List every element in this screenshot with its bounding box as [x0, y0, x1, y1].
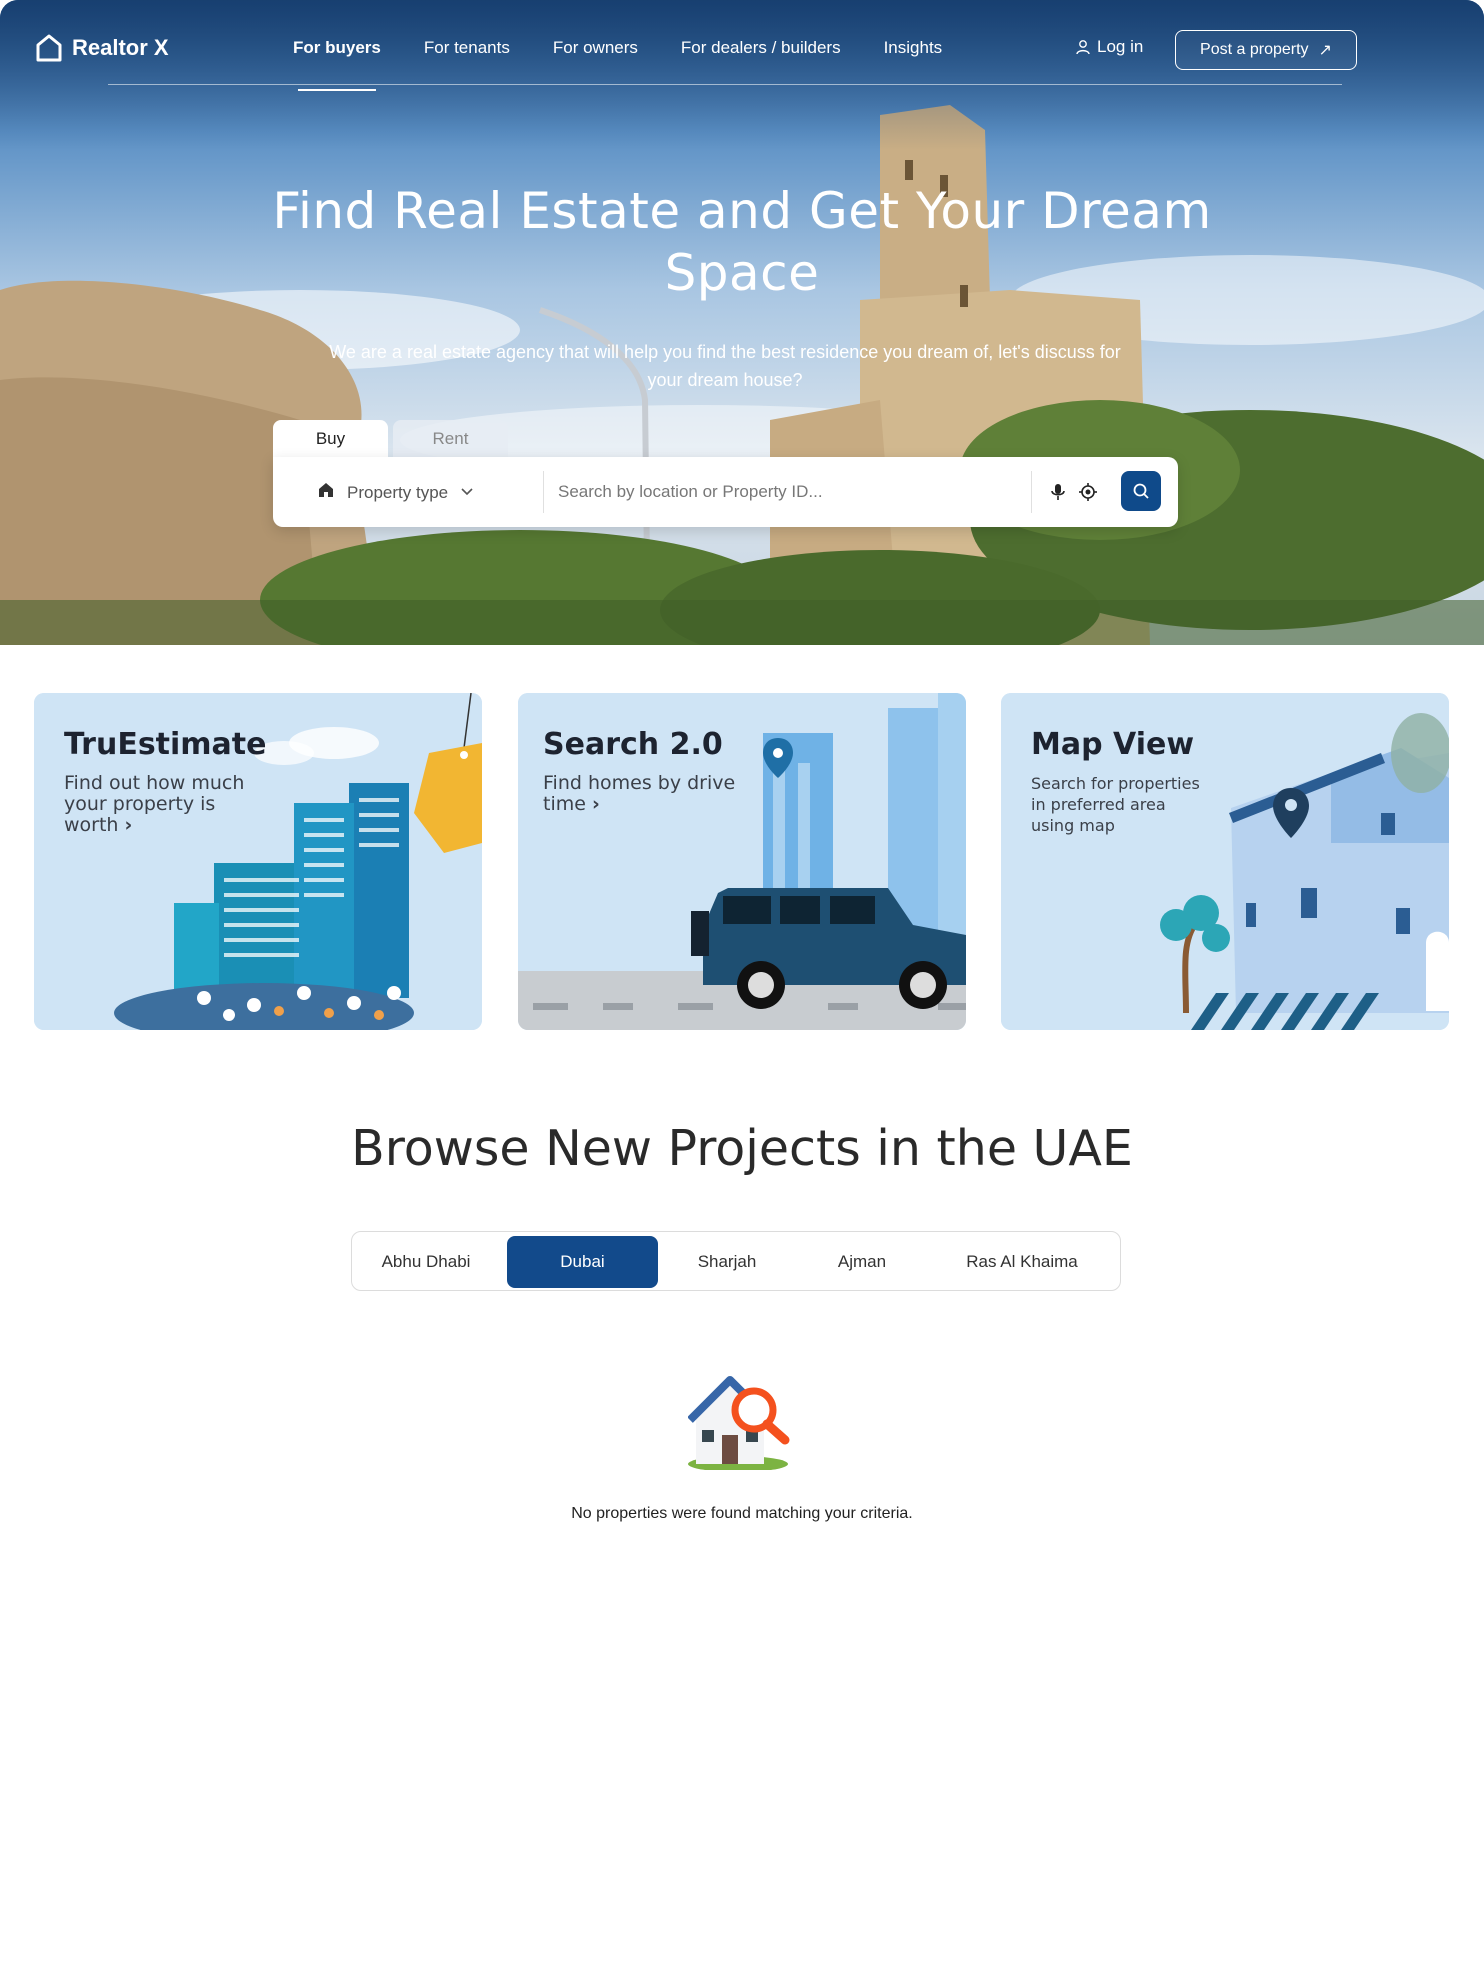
search-button[interactable]	[1121, 471, 1161, 511]
tab-buy[interactable]: Buy	[273, 420, 388, 458]
tab-dubai[interactable]: Dubai	[507, 1236, 658, 1288]
hero-subtitle: We are a real estate agency that will he…	[329, 342, 1121, 390]
tab-rent[interactable]: Rent	[393, 420, 508, 458]
chevron-right-icon: ›	[124, 814, 133, 836]
card-description-text: Find homes by drive time	[543, 772, 736, 815]
nav-links: For buyers For tenants For owners For de…	[293, 38, 943, 91]
card-title: Map View	[1031, 727, 1195, 762]
locate-me-icon[interactable]	[1078, 482, 1098, 502]
tab-abhu-dhabi[interactable]: Abhu Dhabi	[356, 1236, 496, 1288]
chevron-right-icon: ›	[591, 793, 600, 815]
card-truestimate[interactable]: TruEstimate Find out how much your prope…	[34, 693, 482, 1030]
brand-name: Realtor X	[72, 35, 169, 60]
city-tabs: Abhu Dhabi Dubai Sharjah Ajman Ras Al Kh…	[351, 1231, 1121, 1291]
brand-logo[interactable]: Realtor X	[34, 33, 169, 63]
tab-sharjah[interactable]: Sharjah	[662, 1236, 792, 1288]
card-description: Find out how much your property is worth…	[64, 773, 264, 836]
location-search-input[interactable]	[558, 471, 1293, 513]
browse-projects-title: Browse New Projects in the UAE	[351, 1120, 1133, 1177]
property-type-dropdown[interactable]: Property type	[317, 481, 474, 504]
search-divider	[543, 471, 544, 513]
chevron-down-icon	[460, 483, 474, 503]
card-title: Search 2.0	[543, 727, 723, 762]
empty-state-message: No properties were found matching your c…	[571, 1505, 913, 1522]
card-map-view[interactable]: Map View Search for properties in prefer…	[1001, 693, 1449, 1030]
nav-link-for-owners[interactable]: For owners	[553, 38, 638, 58]
hero-section: Realtor X For buyers For tenants For own…	[0, 0, 1484, 645]
post-property-button[interactable]: Post a property ↗	[1175, 30, 1357, 70]
card-description: Find homes by drive time ›	[543, 773, 748, 815]
post-property-label: Post a property	[1200, 41, 1309, 58]
card-description: Search for properties in preferred area …	[1031, 774, 1200, 835]
user-icon	[1076, 40, 1090, 55]
top-nav: Realtor X For buyers For tenants For own…	[0, 0, 1484, 91]
search-icon	[1133, 483, 1149, 499]
home-icon	[317, 481, 335, 504]
nav-divider	[108, 84, 1342, 85]
hero-title: Find Real Estate and Get Your Dream Spac…	[272, 182, 1212, 302]
home-outline-icon	[36, 34, 62, 62]
house-search-icon	[688, 1376, 790, 1470]
tab-ras-al-khaima[interactable]: Ras Al Khaima	[932, 1236, 1112, 1288]
microphone-icon[interactable]	[1048, 482, 1068, 502]
search-divider	[1031, 471, 1032, 513]
nav-link-for-dealers-builders[interactable]: For dealers / builders	[681, 38, 841, 58]
card-description-text: Find out how much your property is worth	[64, 772, 245, 836]
card-title: TruEstimate	[64, 727, 267, 762]
nav-link-insights[interactable]: Insights	[884, 38, 943, 58]
arrow-up-right-icon: ↗	[1318, 42, 1332, 59]
login-label: Log in	[1097, 37, 1144, 56]
search-tabs: Buy Rent	[273, 420, 508, 458]
property-type-label: Property type	[347, 482, 449, 502]
nav-link-for-tenants[interactable]: For tenants	[424, 38, 510, 58]
login-link[interactable]: Log in	[1075, 37, 1143, 57]
card-search-2[interactable]: Search 2.0 Find homes by drive time ›	[518, 693, 966, 1030]
search-bar: Property type	[273, 457, 1293, 527]
nav-link-for-buyers[interactable]: For buyers	[293, 38, 381, 91]
tab-ajman[interactable]: Ajman	[797, 1236, 927, 1288]
